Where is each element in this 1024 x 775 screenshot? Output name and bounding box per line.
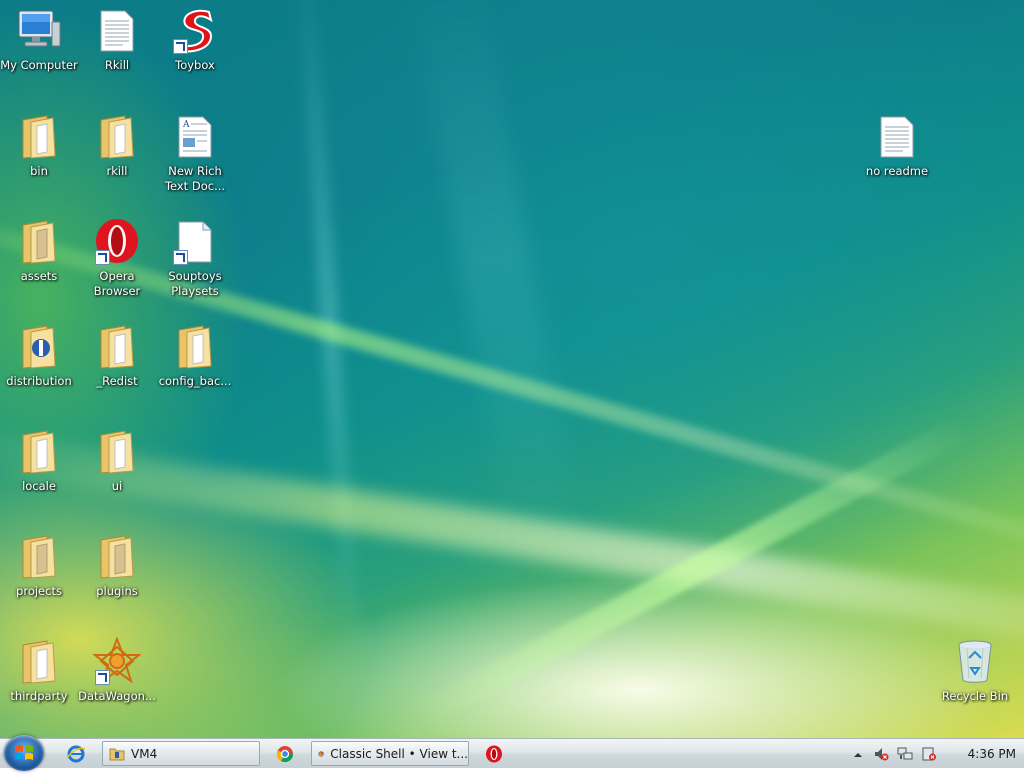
opera-icon[interactable] xyxy=(484,744,504,764)
desktop-icon-thirdparty[interactable]: thirdparty xyxy=(0,637,78,729)
volume-muted-icon[interactable] xyxy=(873,746,889,762)
toybox-icon xyxy=(171,6,219,54)
desktop-icon-label: Rkill xyxy=(104,58,130,72)
desktop-icon-label: distribution xyxy=(6,374,72,388)
folder-icon xyxy=(15,427,63,475)
desktop-icon-projects[interactable]: projects xyxy=(0,532,78,624)
desktop-icon-bin[interactable]: bin xyxy=(0,112,78,204)
desktop-icon-plugins[interactable]: plugins xyxy=(78,532,156,624)
svg-text:A: A xyxy=(182,120,190,130)
file-icon xyxy=(171,217,219,265)
desktop-icon-label: My Computer xyxy=(0,58,78,72)
desktop-icon-rkill-file[interactable]: Rkill xyxy=(78,6,156,98)
taskbar-window-firefox[interactable]: Classic Shell • View t... xyxy=(311,741,469,766)
start-button[interactable] xyxy=(4,735,44,771)
system-clock[interactable]: 4:36 PM xyxy=(968,739,1016,769)
desktop-icon-distribution[interactable]: distribution xyxy=(0,322,78,414)
desktop-icon-label: assets xyxy=(20,269,58,283)
folder-icon xyxy=(109,748,125,760)
desktop-icon-label: bin xyxy=(30,164,48,178)
folder-icon xyxy=(15,532,63,580)
folder-icon xyxy=(93,322,141,370)
network-icon[interactable] xyxy=(897,746,913,762)
desktop-icon-souptoys[interactable]: Souptoys Playsets xyxy=(156,217,234,309)
taskbar-window-label: Classic Shell • View t... xyxy=(330,746,468,761)
opera-icon xyxy=(93,217,141,265)
folder-icon xyxy=(93,112,141,160)
desktop-icon-label: plugins xyxy=(96,584,138,598)
desktop-icon-new-rich-text[interactable]: A New Rich Text Doc... xyxy=(156,112,234,204)
folder-icon xyxy=(93,532,141,580)
shortcut-arrow-icon xyxy=(173,39,188,54)
computer-icon xyxy=(15,6,63,54)
desktop-icon-label: config_bac... xyxy=(158,374,232,388)
desktop-icon-rkill-folder[interactable]: rkill xyxy=(78,112,156,204)
firefox-icon xyxy=(318,750,324,757)
desktop-icon-label: Recycle Bin xyxy=(941,689,1009,703)
desktop-icon-locale[interactable]: locale xyxy=(0,427,78,519)
desktop-icon-datawagon[interactable]: DataWagon... xyxy=(78,637,156,729)
folder-icon xyxy=(93,427,141,475)
taskbar-window-label: VM4 xyxy=(131,746,158,761)
shortcut-arrow-icon xyxy=(173,250,188,265)
chrome-icon[interactable] xyxy=(275,744,295,764)
desktop-icon-label: thirdparty xyxy=(10,689,68,703)
desktop-icon-label: projects xyxy=(16,584,62,598)
desktop-icon-label: rkill xyxy=(106,164,128,178)
text-file-icon xyxy=(93,6,141,54)
desktop-icon-opera[interactable]: Opera Browser xyxy=(78,217,156,309)
desktop-icon-toybox[interactable]: Toybox xyxy=(156,6,234,98)
desktop[interactable]: My Computer bin assets distribution loca… xyxy=(0,0,1024,738)
desktop-icon-label: Souptoys Playsets xyxy=(168,269,222,298)
recycle-bin-icon xyxy=(951,637,999,685)
taskbar-window-vm4[interactable]: VM4 xyxy=(102,741,260,766)
folder-icon xyxy=(15,112,63,160)
desktop-icon-label: _Redist xyxy=(96,374,138,388)
desktop-icon-label: ui xyxy=(111,479,123,493)
desktop-icon-no-readme[interactable]: no readme xyxy=(858,112,936,204)
folder-icon xyxy=(171,322,219,370)
datawagon-icon xyxy=(93,637,141,685)
desktop-icon-redist[interactable]: _Redist xyxy=(78,322,156,414)
shortcut-arrow-icon xyxy=(95,670,110,685)
show-hidden-icons-button[interactable] xyxy=(851,747,867,763)
desktop-icon-config-backup[interactable]: config_bac... xyxy=(156,322,234,414)
folder-icon xyxy=(15,322,63,370)
desktop-icon-assets[interactable]: assets xyxy=(0,217,78,309)
internet-explorer-icon[interactable] xyxy=(66,744,86,764)
shortcut-arrow-icon xyxy=(95,250,110,265)
taskbar: VM4 Classic Shell • View t... 4:36 PM xyxy=(0,735,1024,771)
desktop-icon-recycle-bin[interactable]: Recycle Bin xyxy=(936,637,1014,729)
action-center-alert-icon[interactable] xyxy=(921,746,937,762)
windows-logo-icon xyxy=(15,745,33,760)
desktop-icon-label: no readme xyxy=(865,164,929,178)
desktop-icon-label: Toybox xyxy=(175,58,215,72)
desktop-icon-ui[interactable]: ui xyxy=(78,427,156,519)
desktop-icon-label: Opera Browser xyxy=(93,269,141,298)
desktop-icon-my-computer[interactable]: My Computer xyxy=(0,6,78,98)
text-file-icon xyxy=(873,112,921,160)
folder-icon xyxy=(15,217,63,265)
desktop-icon-label: DataWagon... xyxy=(78,689,156,703)
folder-icon xyxy=(15,637,63,685)
desktop-icon-label: New Rich Text Doc... xyxy=(164,164,226,193)
rich-text-file-icon: A xyxy=(171,112,219,160)
desktop-icon-label: locale xyxy=(22,479,56,493)
